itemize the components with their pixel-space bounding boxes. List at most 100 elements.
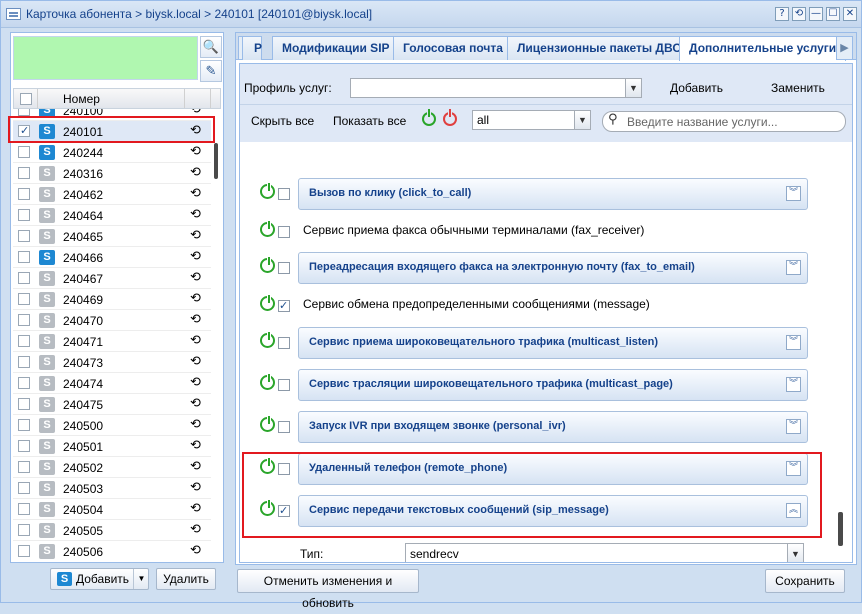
history-icon[interactable]: ⟲ <box>190 270 201 285</box>
chevron-down-icon[interactable]: ︾ <box>786 335 801 350</box>
history-icon[interactable]: ⟲ <box>190 375 201 390</box>
subscriber-row[interactable]: S 240473 ⟲ <box>13 352 211 373</box>
add-menu-arrow-icon[interactable]: ▼ <box>133 569 149 589</box>
row-checkbox[interactable] <box>18 440 30 452</box>
power-icon[interactable] <box>260 332 275 348</box>
subscriber-row[interactable]: S 240470 ⟲ <box>13 310 211 331</box>
service-checkbox[interactable] <box>278 299 290 312</box>
chevron-down-icon[interactable]: ︾ <box>786 186 801 201</box>
row-checkbox[interactable] <box>18 251 30 263</box>
row-checkbox[interactable] <box>18 293 30 305</box>
expand-all-button[interactable]: Показать все <box>333 114 406 128</box>
row-checkbox[interactable] <box>18 109 30 116</box>
tab-voicemail[interactable]: Голосовая почта <box>393 36 513 60</box>
tab-license-packages[interactable]: Лицензионные пакеты ДВО <box>507 36 692 60</box>
history-icon[interactable]: ⟲ <box>190 522 201 537</box>
number-column-header[interactable]: Номер <box>38 89 185 108</box>
tab-additional-services[interactable]: Дополнительные услуги <box>679 36 847 61</box>
profile-replace-button[interactable]: Заменить <box>771 81 825 95</box>
row-checkbox[interactable] <box>18 335 30 347</box>
history-icon[interactable]: ⟲ <box>190 312 201 327</box>
subscriber-row[interactable]: S 240505 ⟲ <box>13 520 211 541</box>
row-checkbox[interactable] <box>18 461 30 473</box>
edit-button[interactable]: ✎ <box>200 60 222 82</box>
history-icon[interactable]: ⟲ <box>190 417 201 432</box>
history-icon[interactable]: ⟲ <box>190 186 201 201</box>
service-checkbox[interactable] <box>278 421 290 433</box>
service-header[interactable]: Переадресация входящего факса на электро… <box>298 252 808 284</box>
service-header[interactable]: Сервис трасляции широковещательного траф… <box>298 369 808 401</box>
tab-scroll-right-icon[interactable]: ▶ <box>836 36 853 60</box>
history-icon[interactable]: ⟲ <box>190 354 201 369</box>
subscriber-row[interactable]: S 240506 ⟲ <box>13 541 211 561</box>
row-checkbox[interactable] <box>18 482 30 494</box>
subscriber-row[interactable]: S 240467 ⟲ <box>13 268 211 289</box>
subscriber-row[interactable]: S 240462 ⟲ <box>13 184 211 205</box>
power-icon[interactable] <box>260 183 275 199</box>
chevron-down-icon[interactable]: ︾ <box>786 419 801 434</box>
power-icon[interactable] <box>260 257 275 273</box>
search-button[interactable]: 🔍 <box>200 36 222 58</box>
history-icon[interactable]: ⟲ <box>190 228 201 243</box>
subscriber-row[interactable]: S 240502 ⟲ <box>13 457 211 478</box>
title-bar[interactable]: Карточка абонента > biysk.local > 240101… <box>1 1 861 28</box>
row-checkbox[interactable] <box>18 524 30 536</box>
history-icon[interactable]: ⟲ <box>190 144 201 159</box>
subscriber-row[interactable]: S 240464 ⟲ <box>13 205 211 226</box>
subscriber-row[interactable]: S 240465 ⟲ <box>13 226 211 247</box>
tab-sip-modifications[interactable]: Модификации SIP <box>272 36 400 60</box>
subscriber-row[interactable]: S 240469 ⟲ <box>13 289 211 310</box>
save-button[interactable]: Сохранить <box>765 569 845 593</box>
subscriber-row[interactable]: S 240244 ⟲ <box>13 142 211 163</box>
power-icon[interactable] <box>260 416 275 432</box>
history-icon[interactable]: ⟲ <box>190 480 201 495</box>
chevron-down-icon[interactable]: ▼ <box>574 111 590 129</box>
power-icon[interactable] <box>260 221 275 237</box>
service-header[interactable]: Запуск IVR при входящем звонке (personal… <box>298 411 808 443</box>
service-header[interactable]: Сервис приема широковещательного трафика… <box>298 327 808 359</box>
close-button[interactable]: ✕ <box>843 7 857 21</box>
profile-select[interactable]: ▼ <box>350 78 642 98</box>
profile-add-button[interactable]: Добавить <box>670 81 723 95</box>
subscriber-row[interactable]: S 240500 ⟲ <box>13 415 211 436</box>
row-checkbox[interactable] <box>18 398 30 410</box>
collapse-all-button[interactable]: Скрыть все <box>251 114 314 128</box>
select-all-header[interactable] <box>14 89 38 108</box>
maximize-button[interactable]: ☐ <box>826 7 840 21</box>
subscriber-row[interactable]: S 240466 ⟲ <box>13 247 211 268</box>
chevron-down-icon[interactable]: ︾ <box>786 377 801 392</box>
delete-subscriber-button[interactable]: Удалить <box>156 568 216 590</box>
subscriber-row[interactable]: S 240504 ⟲ <box>13 499 211 520</box>
type-select[interactable]: sendrecv ▼ <box>405 543 804 562</box>
services-scrollbar[interactable] <box>838 512 843 546</box>
history-icon[interactable]: ⟲ <box>190 438 201 453</box>
service-search[interactable]: ⚲ Введите название услуги... <box>602 111 846 132</box>
power-icon[interactable] <box>260 295 275 311</box>
row-checkbox[interactable] <box>18 419 30 431</box>
history-icon[interactable]: ⟲ <box>190 333 201 348</box>
row-checkbox[interactable] <box>18 230 30 242</box>
subscriber-row[interactable]: S 240471 ⟲ <box>13 331 211 352</box>
service-checkbox[interactable] <box>278 226 290 238</box>
row-checkbox[interactable] <box>18 146 30 158</box>
cancel-refresh-button[interactable]: Отменить изменения и обновить <box>237 569 419 610</box>
service-checkbox[interactable] <box>278 188 290 200</box>
history-icon[interactable]: ⟲ <box>190 291 201 306</box>
history-icon[interactable]: ⟲ <box>190 165 201 180</box>
subscriber-row[interactable]: S 240474 ⟲ <box>13 373 211 394</box>
row-checkbox[interactable] <box>18 167 30 179</box>
add-subscriber-button[interactable]: S Добавить ▼ <box>50 568 149 590</box>
subscriber-row[interactable]: S 240316 ⟲ <box>13 163 211 184</box>
subscriber-row[interactable]: S 240501 ⟲ <box>13 436 211 457</box>
list-scrollbar[interactable] <box>214 143 218 179</box>
subscriber-row[interactable]: S 240503 ⟲ <box>13 478 211 499</box>
history-icon[interactable]: ⟲ <box>190 543 201 558</box>
row-checkbox[interactable] <box>18 545 30 557</box>
history-icon[interactable]: ⟲ <box>190 249 201 264</box>
history-icon[interactable]: ⟲ <box>190 501 201 516</box>
service-checkbox[interactable] <box>278 337 290 349</box>
search-placeholder[interactable]: Введите название услуги... <box>627 115 778 129</box>
power-icon[interactable] <box>260 374 275 390</box>
row-checkbox[interactable] <box>18 188 30 200</box>
chevron-down-icon[interactable]: ︾ <box>786 260 801 275</box>
